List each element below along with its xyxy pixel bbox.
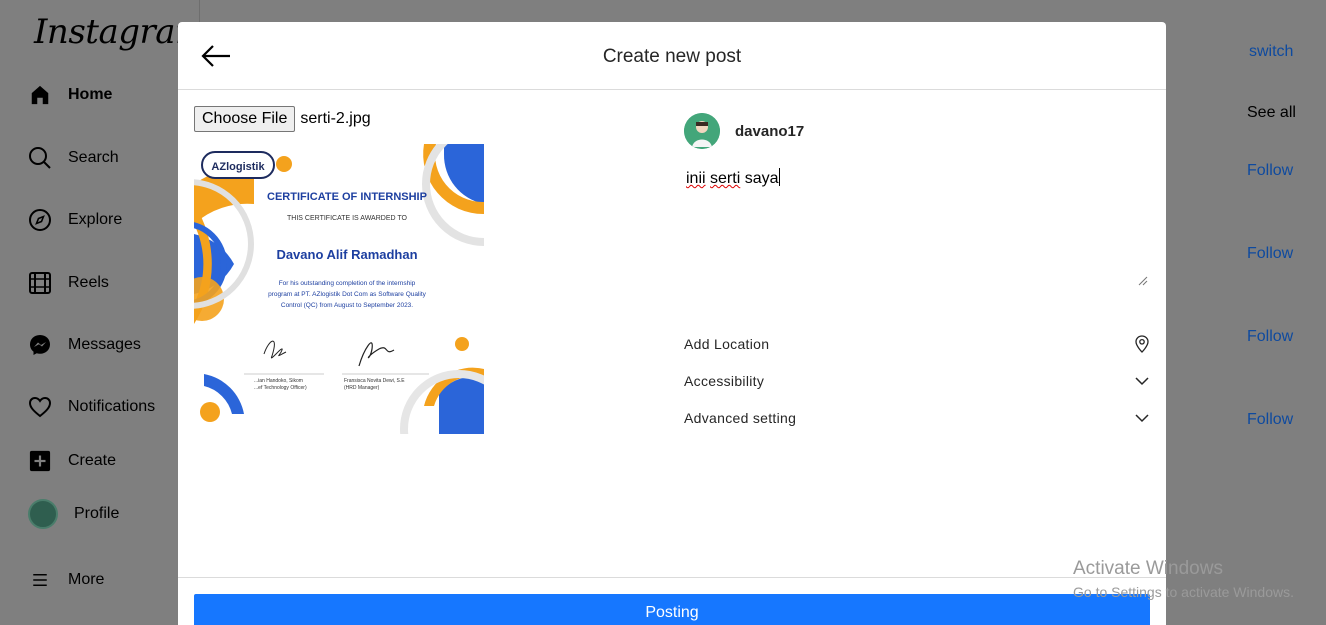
modal-header: Create new post — [178, 22, 1166, 90]
sidebar-item-home[interactable]: Home — [28, 80, 112, 110]
search-icon — [28, 146, 52, 170]
chevron-down-icon — [1135, 414, 1149, 423]
avatar — [28, 499, 58, 529]
sidebar-item-search[interactable]: Search — [28, 143, 119, 173]
create-post-modal: Create new post Choose File serti-2.jpg — [178, 22, 1166, 625]
see-all-link[interactable]: See all — [1247, 104, 1296, 122]
cert-body-2: program at PT. AZlogistik Dot Com as Sof… — [268, 291, 427, 298]
sidebar-item-label: Home — [68, 86, 113, 103]
sidebar-item-label: More — [68, 571, 105, 588]
menu-icon — [28, 568, 52, 592]
location-pin-icon — [1135, 335, 1149, 353]
follow-button[interactable]: Follow — [1247, 328, 1293, 346]
cert-recipient: Davano Alif Ramadhan — [276, 247, 417, 262]
reels-icon — [28, 271, 52, 295]
sig1-name: ...ian Handoko, Sikom — [254, 378, 303, 384]
sidebar-item-label: Notifications — [68, 398, 156, 415]
image-preview: AZlogistik CERTIFICATE OF INTERNSHIP THI… — [194, 144, 484, 434]
plus-square-icon — [28, 449, 52, 473]
follow-button[interactable]: Follow — [1247, 245, 1293, 263]
follow-button[interactable]: Follow — [1247, 162, 1293, 180]
username: davano17 — [735, 122, 805, 140]
cert-body-3: Control (QC) from August to September 20… — [281, 302, 413, 309]
choose-file-button[interactable]: Choose File — [194, 106, 296, 132]
sidebar-item-explore[interactable]: Explore — [28, 205, 122, 235]
sidebar-item-label: Reels — [68, 274, 109, 291]
option-label: Accessibility — [684, 373, 765, 389]
accessibility-row[interactable]: Accessibility — [684, 373, 1150, 389]
heart-icon — [28, 395, 52, 419]
divider — [178, 577, 1166, 578]
caption-word: serti — [710, 170, 741, 187]
posting-button[interactable]: Posting — [194, 594, 1150, 625]
activate-windows-subtitle: Go to Settings to activate Windows. — [1073, 584, 1294, 600]
sidebar-item-reels[interactable]: Reels — [28, 268, 109, 298]
sidebar-item-create[interactable]: Create — [28, 446, 116, 476]
sidebar: Instagram Home Search Explore Reels Mess… — [0, 0, 207, 625]
caption-word: inii — [686, 170, 706, 187]
sig2-role: (HRD Manager) — [344, 385, 380, 391]
caption-word: saya — [744, 170, 779, 187]
sig1-role: ...ef Technology Officer) — [254, 385, 307, 391]
sidebar-item-more[interactable]: More — [28, 565, 104, 595]
messenger-icon — [28, 333, 52, 357]
add-location-row[interactable]: Add Location — [684, 335, 1150, 353]
home-icon — [28, 83, 52, 107]
sidebar-item-profile[interactable]: Profile — [28, 499, 119, 529]
activate-windows-title: Activate Windows — [1073, 558, 1223, 579]
cert-body-1: For his outstanding completion of the in… — [279, 280, 416, 287]
switch-link[interactable]: switch — [1249, 43, 1293, 61]
advanced-setting-row[interactable]: Advanced setting — [684, 410, 1150, 426]
file-name: serti-2.jpg — [300, 110, 371, 127]
sidebar-item-label: Search — [68, 149, 119, 166]
sig2-name: Fransisca Novita Dewi, S.E — [344, 378, 405, 384]
modal-title: Create new post — [602, 46, 742, 67]
cert-heading: CERTIFICATE OF INTERNSHIP — [267, 191, 427, 203]
file-picker: Choose File serti-2.jpg — [194, 106, 371, 132]
sidebar-item-label: Create — [68, 452, 117, 469]
option-label: Advanced setting — [684, 410, 797, 426]
caption-textarea[interactable]: inii serti saya — [684, 164, 1150, 288]
avatar — [684, 113, 720, 149]
cert-brand: AZlogistik — [211, 161, 265, 173]
cert-awarded: THIS CERTIFICATE IS AWARDED TO — [287, 215, 407, 222]
sidebar-item-label: Profile — [74, 505, 120, 522]
sidebar-item-label: Explore — [68, 211, 123, 228]
follow-button[interactable]: Follow — [1247, 411, 1293, 429]
sidebar-item-label: Messages — [68, 336, 141, 353]
sidebar-item-notifications[interactable]: Notifications — [28, 392, 155, 422]
text-cursor — [778, 168, 780, 186]
resize-handle-icon[interactable] — [1138, 276, 1148, 286]
certificate-image: AZlogistik CERTIFICATE OF INTERNSHIP THI… — [194, 144, 484, 434]
option-label: Add Location — [684, 336, 770, 352]
post-author: davano17 — [684, 113, 804, 149]
sidebar-item-messages[interactable]: Messages — [28, 330, 141, 360]
caption-text: inii serti saya — [686, 168, 780, 188]
chevron-down-icon — [1135, 377, 1149, 386]
compass-icon — [28, 208, 52, 232]
